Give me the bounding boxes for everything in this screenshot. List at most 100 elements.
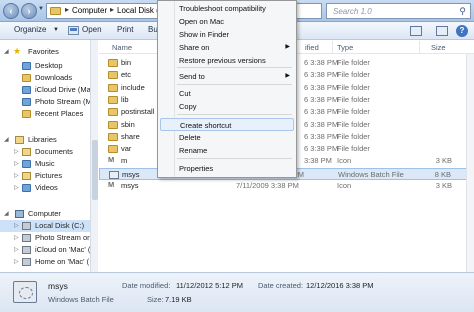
menu-separator xyxy=(177,114,292,115)
file-type: File folder xyxy=(337,94,370,104)
expand-arrow-icon[interactable]: ▷ xyxy=(14,222,19,229)
menu-item-label: Share on xyxy=(179,43,210,52)
file-name: var xyxy=(121,144,132,154)
file-date-modified: 6 3:38 PM xyxy=(304,131,339,141)
expand-arrow-icon[interactable]: ▷ xyxy=(14,172,19,179)
music-icon xyxy=(22,160,31,168)
menu-item-copy[interactable]: Copy xyxy=(160,100,294,113)
menu-item-restore-previous-versions[interactable]: Restore previous versions xyxy=(160,54,294,67)
column-divider[interactable] xyxy=(332,41,333,53)
expand-arrow-icon[interactable]: ▷ xyxy=(14,258,19,265)
scrollbar-thumb[interactable] xyxy=(92,140,98,200)
expand-arrow-icon[interactable]: ▷ xyxy=(14,148,19,155)
column-header-size[interactable]: Size xyxy=(431,43,446,52)
network-drive-icon xyxy=(22,234,31,242)
forward-button[interactable]: › xyxy=(21,3,37,19)
folder-icon xyxy=(108,145,118,154)
sidebar-item-label: Pictures xyxy=(35,171,63,180)
menu-separator xyxy=(177,158,292,159)
menu-item-rename[interactable]: Rename xyxy=(160,144,294,157)
menu-item-label: Rename xyxy=(179,146,208,155)
documents-icon xyxy=(22,148,31,156)
menu-item-troubleshoot-compatibility[interactable]: Troubleshoot compatibility xyxy=(160,2,294,15)
sidebar-item-icloud-drive[interactable]: iCloud Drive (Ma xyxy=(0,84,97,96)
sidebar-item-pictures[interactable]: ▷ Pictures xyxy=(0,170,97,182)
menu-item-properties[interactable]: Properties xyxy=(160,162,294,175)
menu-item-cut[interactable]: Cut xyxy=(160,87,294,100)
date-created-value: 12/12/2016 3:38 PM xyxy=(306,281,374,290)
menu-item-send-to[interactable]: Send to ▶ xyxy=(160,70,294,83)
sidebar-item-home-mac[interactable]: ▷ Home on 'Mac' ( xyxy=(0,256,97,268)
sidebar-item-downloads[interactable]: Downloads xyxy=(0,72,97,84)
file-size: 3 KB xyxy=(435,156,452,166)
menu-item-show-in-finder[interactable]: Show in Finder xyxy=(160,28,294,41)
submenu-arrow-icon: ▶ xyxy=(285,44,290,50)
column-header-date-modified[interactable]: ified xyxy=(305,43,319,52)
file-list-scrollbar[interactable] xyxy=(466,54,474,272)
menu-item-label: Show in Finder xyxy=(179,30,230,39)
search-icon[interactable]: ⚲ xyxy=(459,6,466,17)
table-row[interactable]: Mmsys 7/11/2009 3:38 PM Icon 3 KB xyxy=(99,180,474,192)
sidebar-item-icloud-drive-mac[interactable]: ▷ iCloud on 'Mac' ( xyxy=(0,244,97,256)
sidebar-item-recent-places[interactable]: Recent Places xyxy=(0,108,97,120)
breadcrumb-separator-icon[interactable]: ▸ xyxy=(110,5,114,14)
expand-arrow-icon[interactable]: ▷ xyxy=(14,184,19,191)
expand-arrow-icon[interactable]: ▷ xyxy=(14,160,19,167)
date-created-label: Date created: xyxy=(258,281,304,290)
file-date-modified: 3:38 PM xyxy=(304,156,332,166)
open-button[interactable]: Open xyxy=(82,25,102,34)
sidebar-item-documents[interactable]: ▷ Documents xyxy=(0,146,97,158)
downloads-icon xyxy=(22,74,31,82)
file-date-modified: 6 3:38 PM xyxy=(304,119,339,129)
forward-arrow-icon: › xyxy=(27,6,31,16)
back-button[interactable]: ‹ xyxy=(3,3,19,19)
menu-item-open-on-mac[interactable]: Open on Mac xyxy=(160,15,294,28)
collapse-arrow-icon[interactable]: ◢ xyxy=(4,136,9,143)
collapse-arrow-icon[interactable]: ◢ xyxy=(4,210,9,217)
search-box[interactable]: Search 1.0 ⚲ xyxy=(326,3,471,19)
menu-item-share-on[interactable]: Share on ▶ xyxy=(160,41,294,54)
breadcrumb-separator-icon[interactable]: ▸ xyxy=(65,5,69,14)
desktop-icon xyxy=(22,62,31,70)
recent-pages-dropdown[interactable]: ▼ xyxy=(38,6,44,12)
menu-item-create-shortcut[interactable]: Create shortcut xyxy=(160,118,294,131)
sidebar-item-photo-stream-drive[interactable]: ▷ Photo Stream on xyxy=(0,232,97,244)
details-file-name: msys xyxy=(48,281,68,291)
sidebar-item-desktop[interactable]: Desktop xyxy=(0,60,97,72)
expand-arrow-icon[interactable]: ▷ xyxy=(14,246,19,253)
column-header-name[interactable]: Name xyxy=(112,43,132,52)
organize-button[interactable]: Organize xyxy=(14,25,46,34)
sidebar-item-videos[interactable]: ▷ Videos xyxy=(0,182,97,194)
folder-icon xyxy=(108,120,118,129)
column-header-type[interactable]: Type xyxy=(337,43,353,52)
sidebar-item-label: Home on 'Mac' ( xyxy=(35,257,90,266)
change-view-icon[interactable] xyxy=(410,26,422,36)
sidebar-scrollbar[interactable] xyxy=(90,40,98,272)
help-icon[interactable]: ? xyxy=(456,25,468,37)
expand-arrow-icon[interactable]: ▷ xyxy=(14,234,19,241)
menu-item-label: Cut xyxy=(179,89,191,98)
menu-item-label: Delete xyxy=(179,133,201,142)
sidebar-item-photo-stream[interactable]: Photo Stream (M xyxy=(0,96,97,108)
file-name: etc xyxy=(121,70,132,80)
search-input[interactable]: Search 1.0 xyxy=(333,7,372,16)
file-type: File folder xyxy=(337,70,370,80)
msys-icon: M xyxy=(108,180,115,189)
menu-item-delete[interactable]: Delete xyxy=(160,131,294,144)
sidebar-favorites[interactable]: ◢ ★ Favorites xyxy=(0,46,97,58)
collapse-arrow-icon[interactable]: ◢ xyxy=(4,48,9,55)
menu-item-label: Send to xyxy=(179,72,205,81)
file-name: sbin xyxy=(121,119,135,129)
sidebar-computer[interactable]: ◢ Computer xyxy=(0,208,97,220)
date-modified-value: 11/12/2012 5:12 PM xyxy=(176,281,243,290)
sidebar-item-music[interactable]: ▷ Music xyxy=(0,158,97,170)
network-drive-icon xyxy=(22,246,31,254)
print-button[interactable]: Print xyxy=(117,25,133,34)
back-arrow-icon: ‹ xyxy=(9,6,13,16)
sidebar-libraries[interactable]: ◢ Libraries xyxy=(0,134,97,146)
breadcrumb-computer[interactable]: Computer xyxy=(72,6,107,15)
preview-pane-icon[interactable] xyxy=(436,26,448,36)
column-divider[interactable] xyxy=(419,41,420,53)
chevron-down-icon: ▼ xyxy=(53,27,59,33)
sidebar-item-local-disk[interactable]: ▷ Local Disk (C:) xyxy=(0,220,97,232)
